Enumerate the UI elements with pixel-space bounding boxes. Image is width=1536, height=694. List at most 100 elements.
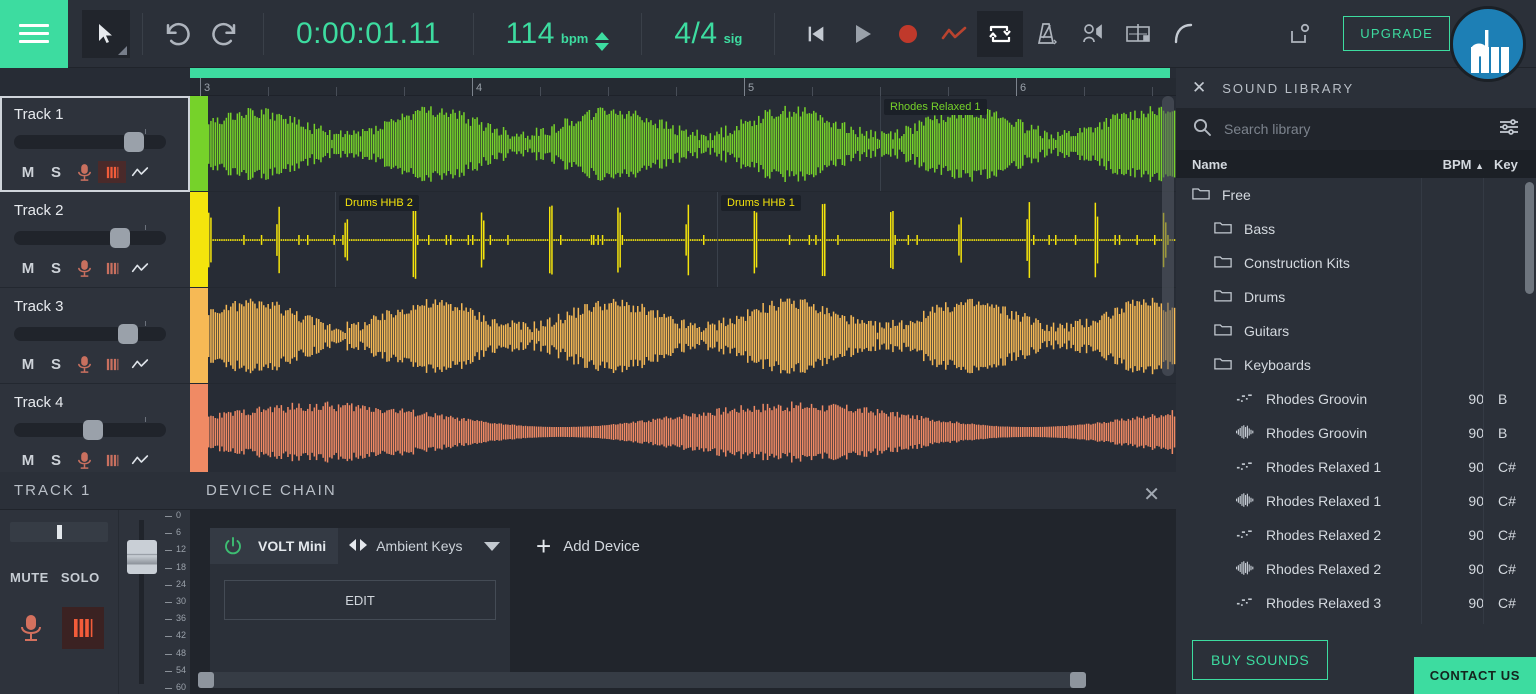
volume-fader[interactable]: 0 6 12 18 24 30 36 42 48 54 60 xyxy=(118,510,190,694)
track-lane-4[interactable] xyxy=(190,384,1176,472)
close-icon[interactable]: ✕ xyxy=(1192,78,1208,98)
track-volume-slider[interactable] xyxy=(14,321,166,344)
library-sound-row[interactable]: Rhodes Relaxed 2 90 C# xyxy=(1176,552,1536,586)
upgrade-button[interactable]: UPGRADE xyxy=(1343,16,1450,51)
midi-keys-icon[interactable] xyxy=(98,161,126,183)
library-sound-row[interactable]: Rhodes Groovin 90 B xyxy=(1176,382,1536,416)
track-mute-button[interactable]: M xyxy=(14,257,42,279)
preset-selector[interactable]: Ambient Keys xyxy=(338,537,510,556)
loop-icon[interactable] xyxy=(977,10,1024,57)
library-folder-row[interactable]: Construction Kits xyxy=(1176,246,1536,280)
track-lane-1[interactable]: Rhodes Relaxed 1 xyxy=(190,96,1176,192)
preset-prev-next-icon[interactable] xyxy=(348,537,368,556)
library-folder-row[interactable]: Bass xyxy=(1176,212,1536,246)
time-signature-display[interactable]: 4/4 sig xyxy=(654,10,762,58)
timeline-horizontal-scrollbar[interactable] xyxy=(198,672,1086,688)
clip-waveform[interactable] xyxy=(208,288,1176,383)
library-sound-row[interactable]: Rhodes Relaxed 1 90 C# xyxy=(1176,450,1536,484)
redo-icon[interactable] xyxy=(201,11,247,57)
user-avatar-music-icon[interactable] xyxy=(1450,6,1526,82)
track-solo-button[interactable]: S xyxy=(42,257,70,279)
mic-record-icon[interactable] xyxy=(70,449,98,471)
automation-icon[interactable] xyxy=(931,11,977,57)
tempo-display[interactable]: 114 bpm xyxy=(486,10,630,58)
mic-record-icon[interactable] xyxy=(70,257,98,279)
metronome-icon[interactable] xyxy=(1023,11,1069,57)
tool-dropdown-corner[interactable] xyxy=(118,45,127,55)
slider-knob[interactable] xyxy=(118,324,139,344)
share-icon[interactable] xyxy=(1277,11,1323,57)
fade-icon[interactable] xyxy=(1161,11,1207,57)
track-header-3[interactable]: Track 3 MS xyxy=(0,288,190,384)
add-device-button[interactable]: + Add Device xyxy=(536,528,640,564)
midi-keys-icon[interactable] xyxy=(98,353,126,375)
track-volume-slider[interactable] xyxy=(14,225,166,248)
midi-keys-icon[interactable] xyxy=(98,257,126,279)
count-in-icon[interactable] xyxy=(1069,11,1115,57)
solo-button[interactable]: SOLO xyxy=(61,570,100,585)
device-name[interactable]: VOLT Mini xyxy=(256,528,339,564)
library-sound-row[interactable]: Rhodes Relaxed 3 90 C# xyxy=(1176,586,1536,620)
fader-knob[interactable] xyxy=(127,540,157,574)
column-key[interactable]: Key xyxy=(1484,157,1536,172)
automation-curve-icon[interactable] xyxy=(126,449,154,471)
library-folder-row[interactable]: Drums xyxy=(1176,280,1536,314)
mute-button[interactable]: MUTE xyxy=(10,570,49,585)
pointer-tool-icon[interactable] xyxy=(82,9,130,58)
slider-knob[interactable] xyxy=(123,132,144,152)
time-display[interactable]: 0:00:01.11 xyxy=(276,10,461,58)
track-solo-button[interactable]: S xyxy=(42,161,70,183)
buy-sounds-button[interactable]: BUY SOUNDS xyxy=(1192,640,1329,680)
clip-waveform[interactable] xyxy=(208,384,1176,472)
track-lane-2[interactable]: Drums HHB 2 Drums HHB 1 xyxy=(190,192,1176,288)
midi-keys-icon[interactable] xyxy=(98,449,126,471)
track-header-1[interactable]: Track 1 MS xyxy=(0,96,190,192)
library-sound-row[interactable]: Rhodes Relaxed 1 90 C# xyxy=(1176,484,1536,518)
contact-us-button[interactable]: CONTACT US xyxy=(1413,657,1536,694)
automation-curve-icon[interactable] xyxy=(126,257,154,279)
pan-slider[interactable] xyxy=(10,522,108,542)
track-volume-slider[interactable] xyxy=(14,417,166,440)
bpm-increase-icon[interactable] xyxy=(595,31,610,40)
snap-icon[interactable] xyxy=(1115,11,1161,57)
midi-keys-icon[interactable] xyxy=(62,607,104,649)
bpm-stepper[interactable] xyxy=(595,31,610,51)
mic-record-icon[interactable] xyxy=(70,161,98,183)
library-sound-row[interactable]: Rhodes Relaxed 2 90 C# xyxy=(1176,518,1536,552)
library-sound-row[interactable]: Rhodes Groovin 90 B xyxy=(1176,416,1536,450)
library-folder-row[interactable]: Free xyxy=(1176,178,1536,212)
track-mute-button[interactable]: M xyxy=(14,353,42,375)
library-folder-row[interactable]: Keyboards xyxy=(1176,348,1536,382)
bpm-decrease-icon[interactable] xyxy=(595,42,610,51)
track-header-4[interactable]: Track 4 MS xyxy=(0,384,190,472)
track-mute-button[interactable]: M xyxy=(14,449,42,471)
power-icon[interactable] xyxy=(210,528,256,564)
library-scrollbar[interactable] xyxy=(1525,182,1534,294)
loop-region-bar[interactable] xyxy=(190,68,1170,78)
track-lane-3[interactable] xyxy=(190,288,1176,384)
hamburger-menu-icon[interactable] xyxy=(0,0,68,68)
play-icon[interactable] xyxy=(839,11,885,57)
track-solo-button[interactable]: S xyxy=(42,449,70,471)
library-folder-row[interactable]: Guitars xyxy=(1176,314,1536,348)
clip-label[interactable]: Rhodes Relaxed 1 xyxy=(884,99,987,115)
edit-button[interactable]: EDIT xyxy=(224,580,496,620)
mic-record-icon[interactable] xyxy=(70,353,98,375)
automation-curve-icon[interactable] xyxy=(126,161,154,183)
undo-icon[interactable] xyxy=(155,11,201,57)
track-solo-button[interactable]: S xyxy=(42,353,70,375)
chevron-down-icon[interactable] xyxy=(484,541,500,551)
scroll-grip-left[interactable] xyxy=(198,672,214,688)
slider-knob[interactable] xyxy=(82,420,103,440)
search-input[interactable] xyxy=(1224,121,1486,137)
column-bpm[interactable]: BPM ▲ xyxy=(1422,157,1484,172)
close-icon[interactable]: ✕ xyxy=(1143,482,1160,507)
record-icon[interactable] xyxy=(885,11,931,57)
automation-curve-icon[interactable] xyxy=(126,353,154,375)
mic-record-icon[interactable] xyxy=(10,607,52,649)
timeline-ruler[interactable]: 3 4 5 6 xyxy=(190,78,1176,96)
timeline-arrangement[interactable]: 3456 Rhodes Relaxed 1 Drums HHB 2 Drums HH… xyxy=(190,68,1176,472)
clip-waveform[interactable] xyxy=(208,96,1176,191)
track-mute-button[interactable]: M xyxy=(14,161,42,183)
filter-sliders-icon[interactable] xyxy=(1498,117,1520,142)
